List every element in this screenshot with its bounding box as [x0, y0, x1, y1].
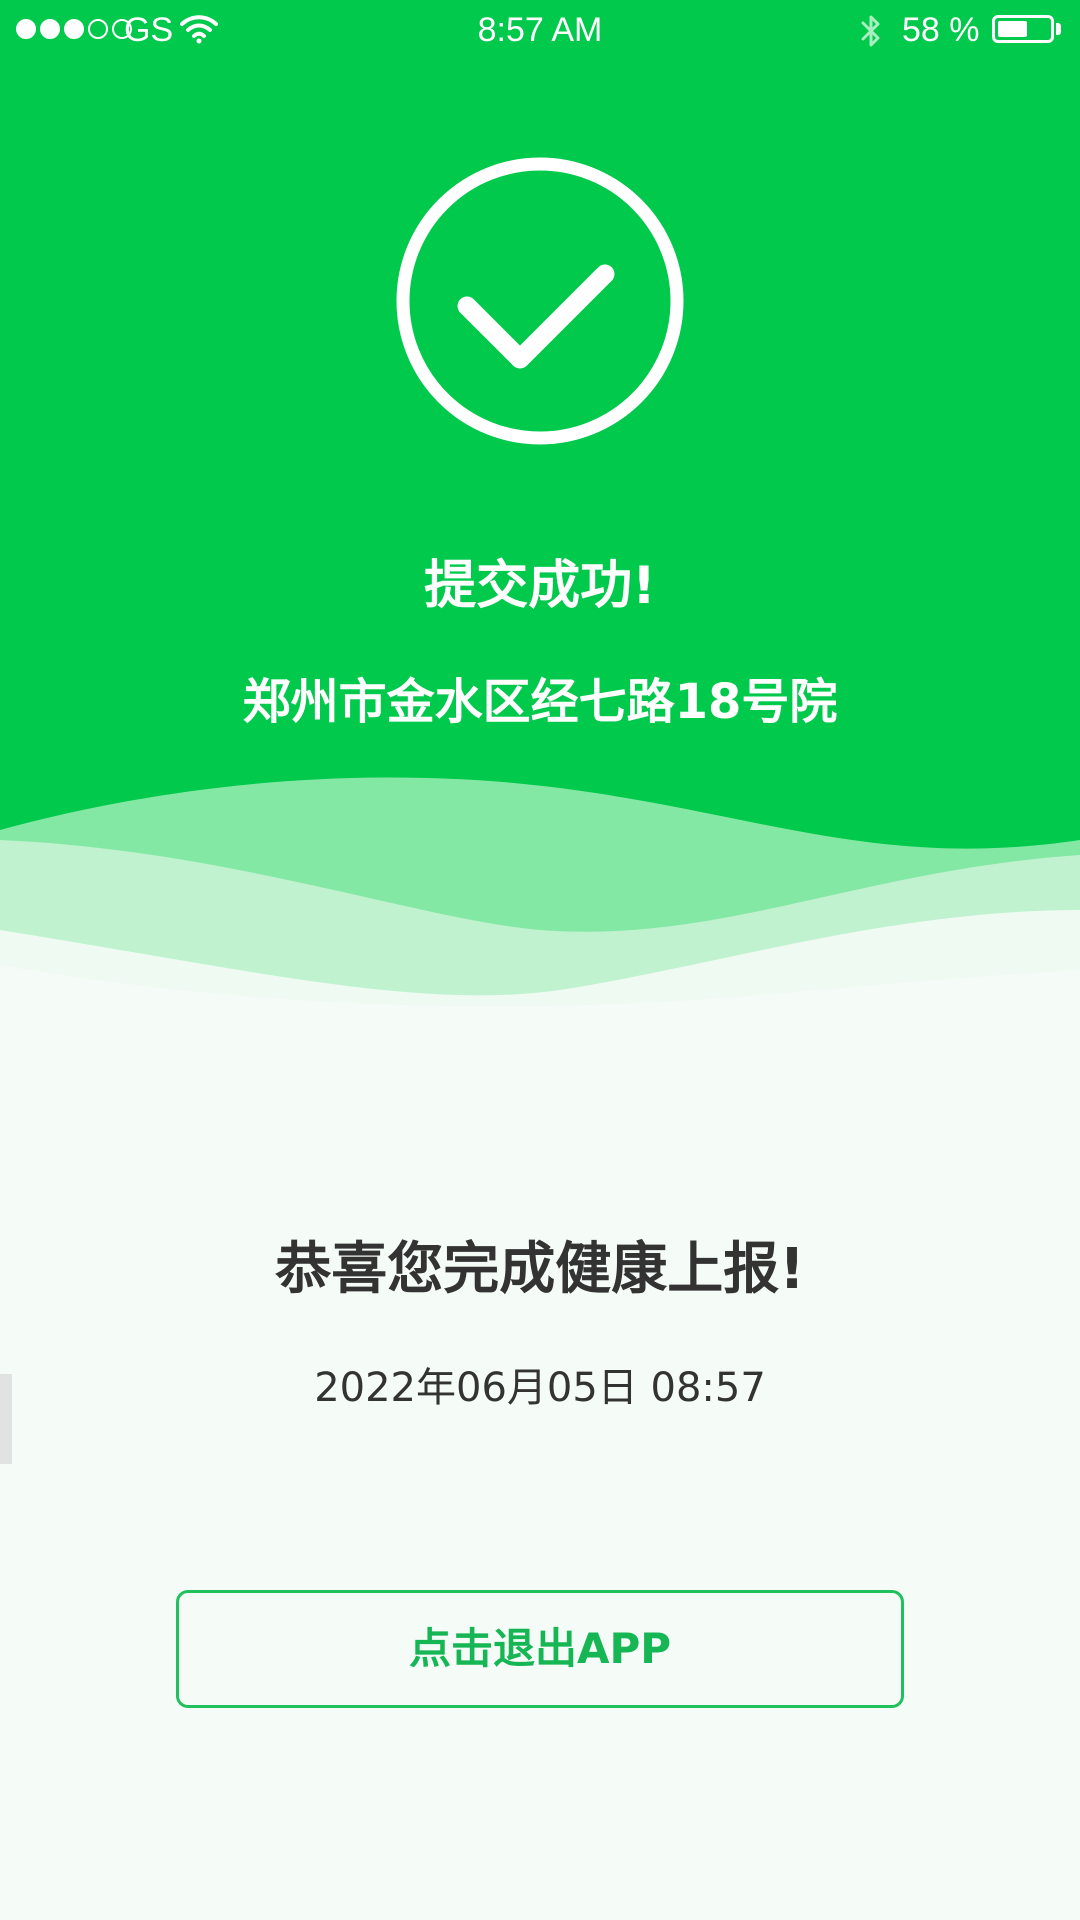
battery-percentage: 58 %: [902, 11, 980, 49]
report-datetime: 2022年06月05日 08:57: [314, 1365, 766, 1411]
battery-tip: [1056, 23, 1061, 35]
exit-app-button[interactable]: 点击退出APP: [176, 1590, 904, 1708]
check-circle-icon: [396, 157, 684, 445]
edge-handle[interactable]: [0, 1374, 12, 1464]
success-title: 提交成功!: [424, 556, 656, 616]
report-success-screen: GS 8:57 AM 58 % 提交成功! 郑州市金水区经七路18号院 恭喜您完…: [0, 0, 1080, 1920]
battery-level: [998, 21, 1027, 37]
battery-icon: [992, 15, 1054, 43]
address-text: 郑州市金水区经七路18号院: [242, 674, 838, 730]
bluetooth-icon: [861, 15, 880, 47]
success-header: [0, 0, 1080, 1010]
congrats-message: 恭喜您完成健康上报!: [275, 1237, 805, 1302]
status-bar: GS 8:57 AM 58 %: [0, 0, 1080, 60]
